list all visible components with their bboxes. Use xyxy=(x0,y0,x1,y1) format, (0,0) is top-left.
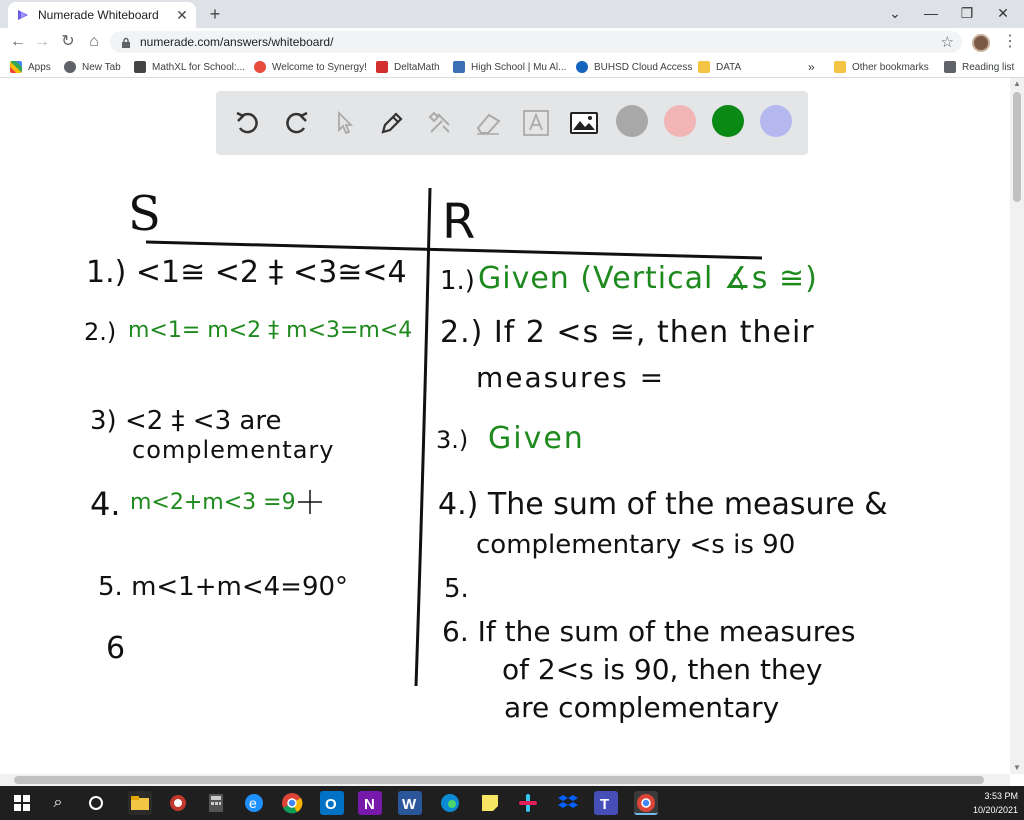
snip-icon[interactable] xyxy=(166,791,190,815)
reason-1-number: 1.) xyxy=(440,266,475,296)
crosshair-cursor-icon xyxy=(298,490,322,514)
teams-icon[interactable]: T xyxy=(594,791,618,815)
reason-3: Given xyxy=(488,421,585,456)
reason-1: Given (Vertical ∡s ≅) xyxy=(478,261,818,296)
system-clock[interactable]: 3:53 PM 10/20/2021 xyxy=(973,789,1018,817)
statement-2: m<1= m<2 ‡ m<3=m<4 xyxy=(128,318,413,343)
calculator-icon[interactable] xyxy=(204,791,228,815)
svg-text:O: O xyxy=(325,796,337,813)
column-header-statements: S xyxy=(128,186,161,242)
statement-3-line1: 3) <2 ‡ <3 are xyxy=(90,406,282,436)
reason-6-line1: 6. If the sum of the measures xyxy=(442,615,856,648)
reason-3-number: 3.) xyxy=(436,426,469,454)
statement-4: m<2+m<3 =9 xyxy=(130,490,296,515)
sticky-notes-icon[interactable] xyxy=(478,791,502,815)
svg-text:e: e xyxy=(249,795,257,811)
vertical-scrollbar[interactable]: ▲ ▼ xyxy=(1010,78,1024,774)
reason-6-line3: are complementary xyxy=(504,691,780,724)
internet-explorer-icon[interactable]: e xyxy=(242,791,266,815)
reason-2-line2: measures = xyxy=(476,361,666,394)
word-icon[interactable]: W xyxy=(398,791,422,815)
outlook-icon[interactable]: O xyxy=(320,791,344,815)
reason-5: 5. xyxy=(444,574,469,604)
edge-icon[interactable] xyxy=(438,791,462,815)
clock-time: 3:53 PM xyxy=(984,791,1018,801)
task-view-icon[interactable] xyxy=(84,791,108,815)
chrome-icon[interactable] xyxy=(280,791,304,815)
statement-4-number: 4. xyxy=(90,485,121,523)
t-chart-vertical-line xyxy=(414,187,432,687)
column-header-reasons: R xyxy=(442,194,476,250)
statement-6: 6 xyxy=(106,631,126,666)
windows-start-icon[interactable] xyxy=(10,791,34,815)
svg-text:W: W xyxy=(402,796,417,813)
reason-4-line1: 4.) The sum of the measure & xyxy=(438,487,888,522)
statement-5: 5. m<1+m<4=90° xyxy=(98,572,349,602)
statement-2-number: 2.) xyxy=(84,318,117,346)
reason-4-line2: complementary <s is 90 xyxy=(476,530,796,560)
scroll-down-icon[interactable]: ▼ xyxy=(1010,762,1024,774)
search-icon[interactable]: ⌕ xyxy=(46,791,70,815)
file-explorer-icon[interactable] xyxy=(128,791,152,815)
svg-text:T: T xyxy=(600,796,609,813)
statement-3-line2: complementary xyxy=(132,436,335,464)
scroll-up-icon[interactable]: ▲ xyxy=(1010,78,1024,90)
onenote-icon[interactable]: N xyxy=(358,791,382,815)
scroll-thumb[interactable] xyxy=(1013,92,1021,202)
windows-taskbar: ⌕ e O N W T 3:53 PM 10/20/2021 xyxy=(0,786,1024,820)
chrome-active-icon[interactable] xyxy=(634,791,658,815)
reason-6-line2: of 2<s is 90, then they xyxy=(502,653,823,686)
statement-1: 1.) <1≅ <2 ‡ <3≅<4 xyxy=(86,255,407,290)
slack-icon[interactable] xyxy=(516,791,540,815)
reason-2-line1: 2.) If 2 <s ≅, then their xyxy=(440,315,815,350)
clock-date: 10/20/2021 xyxy=(972,805,1018,815)
svg-text:N: N xyxy=(364,796,375,813)
dropbox-icon[interactable] xyxy=(556,791,580,815)
